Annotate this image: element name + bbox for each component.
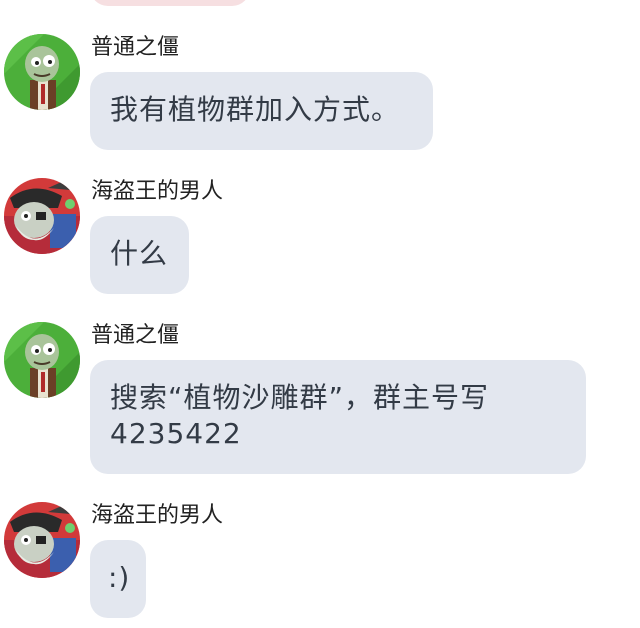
zombie-avatar-icon[interactable] — [4, 322, 80, 398]
message-text: 什么 — [110, 237, 169, 270]
message-bubble[interactable]: :) — [90, 540, 146, 618]
message-bubble[interactable]: 我有植物群加入方式。 — [90, 72, 433, 150]
sender-name: 海盗王的男人 — [91, 179, 224, 204]
message-bubble[interactable]: 什么 — [90, 216, 189, 294]
message-text: 搜索“植物沙雕群”，群主号写 4235422 — [110, 381, 490, 450]
message-text: :) — [108, 561, 131, 594]
previous-message-bubble[interactable] — [90, 0, 250, 6]
sender-name: 普通之僵 — [91, 323, 180, 348]
message-bubble[interactable]: 搜索“植物沙雕群”，群主号写 4235422 — [90, 360, 586, 474]
pirate-zombie-avatar-icon[interactable] — [4, 502, 80, 578]
sender-name: 海盗王的男人 — [91, 503, 224, 528]
sender-name: 普通之僵 — [91, 35, 180, 60]
chat-view: 普通之僵 我有植物群加入方式。 海盗王的男人 什么 普通之僵 搜索“植物沙雕群”… — [0, 0, 640, 628]
pirate-zombie-avatar-icon[interactable] — [4, 178, 80, 254]
message-text: 我有植物群加入方式。 — [110, 93, 401, 126]
zombie-avatar-icon[interactable] — [4, 34, 80, 110]
